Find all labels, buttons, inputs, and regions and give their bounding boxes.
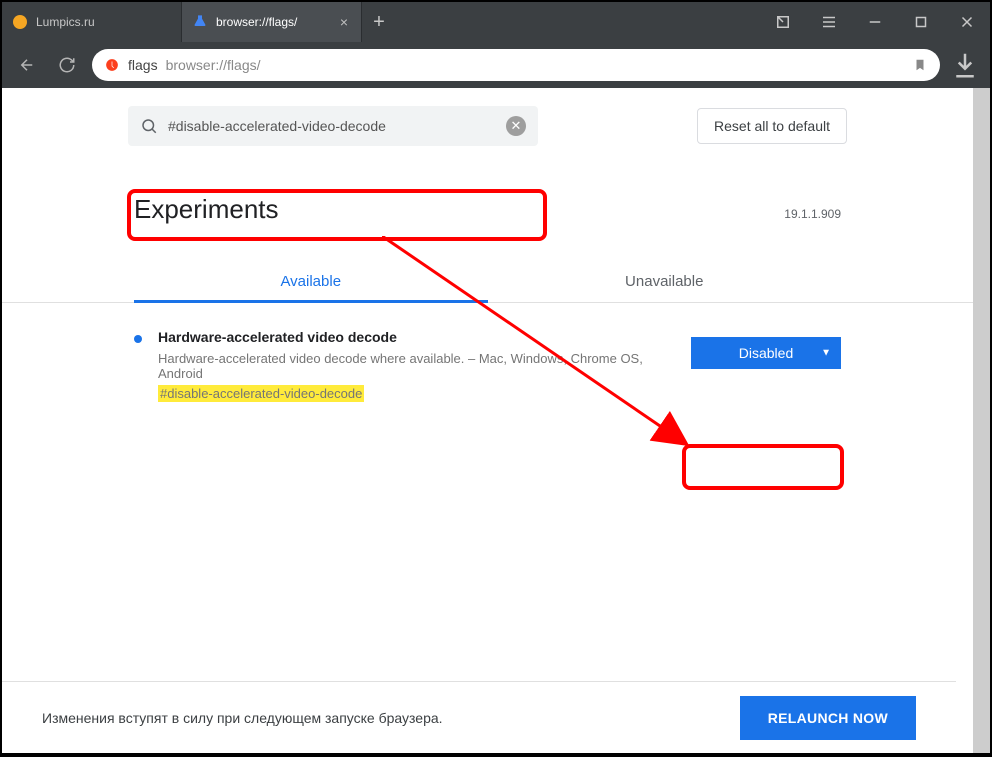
downloads-button[interactable] — [950, 50, 980, 80]
page-title: Experiments — [134, 194, 279, 225]
tab-title: browser://flags/ — [216, 15, 331, 29]
tabs-area: Lumpics.ru browser://flags/ × + — [2, 2, 760, 42]
bookmark-icon[interactable] — [912, 57, 928, 73]
window-controls — [760, 2, 990, 42]
relaunch-bar: Изменения вступят в силу при следующем з… — [2, 681, 956, 753]
tab-available[interactable]: Available — [134, 261, 488, 302]
flags-search[interactable]: ✕ — [128, 106, 538, 146]
version-label: 19.1.1.909 — [784, 207, 841, 221]
favicon-lumpics — [12, 14, 28, 30]
chevron-down-icon: ▼ — [821, 348, 831, 359]
reset-button[interactable]: Reset all to default — [697, 108, 847, 144]
new-tab-button[interactable]: + — [362, 2, 396, 42]
titlebar: Lumpics.ru browser://flags/ × + — [2, 2, 990, 42]
reload-button[interactable] — [52, 50, 82, 80]
flag-state-select[interactable]: Disabled ▼ — [691, 337, 841, 369]
address-prefix: flags — [128, 57, 158, 73]
site-icon — [104, 57, 120, 73]
favicon-flags — [192, 14, 208, 30]
tab-lumpics[interactable]: Lumpics.ru — [2, 2, 182, 42]
close-icon[interactable]: × — [337, 15, 351, 29]
scrollbar[interactable] — [973, 88, 990, 753]
maximize-button[interactable] — [898, 2, 944, 42]
back-button[interactable] — [12, 50, 42, 80]
relaunch-button[interactable]: RELAUNCH NOW — [740, 696, 916, 740]
address-bar[interactable]: flags browser://flags/ — [92, 49, 940, 81]
flag-title: Hardware-accelerated video decode — [158, 329, 665, 345]
pin-button[interactable] — [760, 2, 806, 42]
address-url: browser://flags/ — [166, 57, 904, 73]
clear-icon[interactable]: ✕ — [506, 116, 526, 136]
flags-tabs: Available Unavailable — [2, 261, 973, 303]
tab-unavailable[interactable]: Unavailable — [488, 261, 842, 302]
search-icon — [140, 117, 158, 135]
menu-button[interactable] — [806, 2, 852, 42]
relaunch-message: Изменения вступят в силу при следующем з… — [42, 710, 443, 726]
flag-description: Hardware-accelerated video decode where … — [158, 351, 665, 381]
toolbar: flags browser://flags/ — [2, 42, 990, 88]
close-button[interactable] — [944, 2, 990, 42]
flag-hash: #disable-accelerated-video-decode — [158, 385, 364, 402]
flag-status-dot — [134, 335, 142, 343]
flag-state-value: Disabled — [739, 345, 793, 361]
search-input[interactable] — [168, 118, 496, 134]
flag-item: Hardware-accelerated video decode Hardwa… — [2, 303, 973, 403]
tab-flags[interactable]: browser://flags/ × — [182, 2, 362, 42]
minimize-button[interactable] — [852, 2, 898, 42]
tab-title: Lumpics.ru — [36, 15, 171, 29]
